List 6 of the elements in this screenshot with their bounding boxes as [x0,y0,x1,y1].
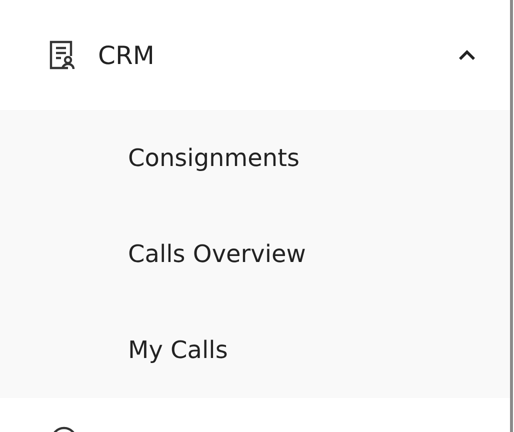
submenu-item[interactable]: Consignments [0,110,510,206]
crm-menu-item[interactable]: CRM [0,0,510,110]
menu-label: CRM [98,40,156,70]
submenu-item[interactable]: Calls Overview [0,206,510,302]
submenu-item[interactable]: My Calls [0,302,510,398]
document-user-icon [48,40,76,70]
